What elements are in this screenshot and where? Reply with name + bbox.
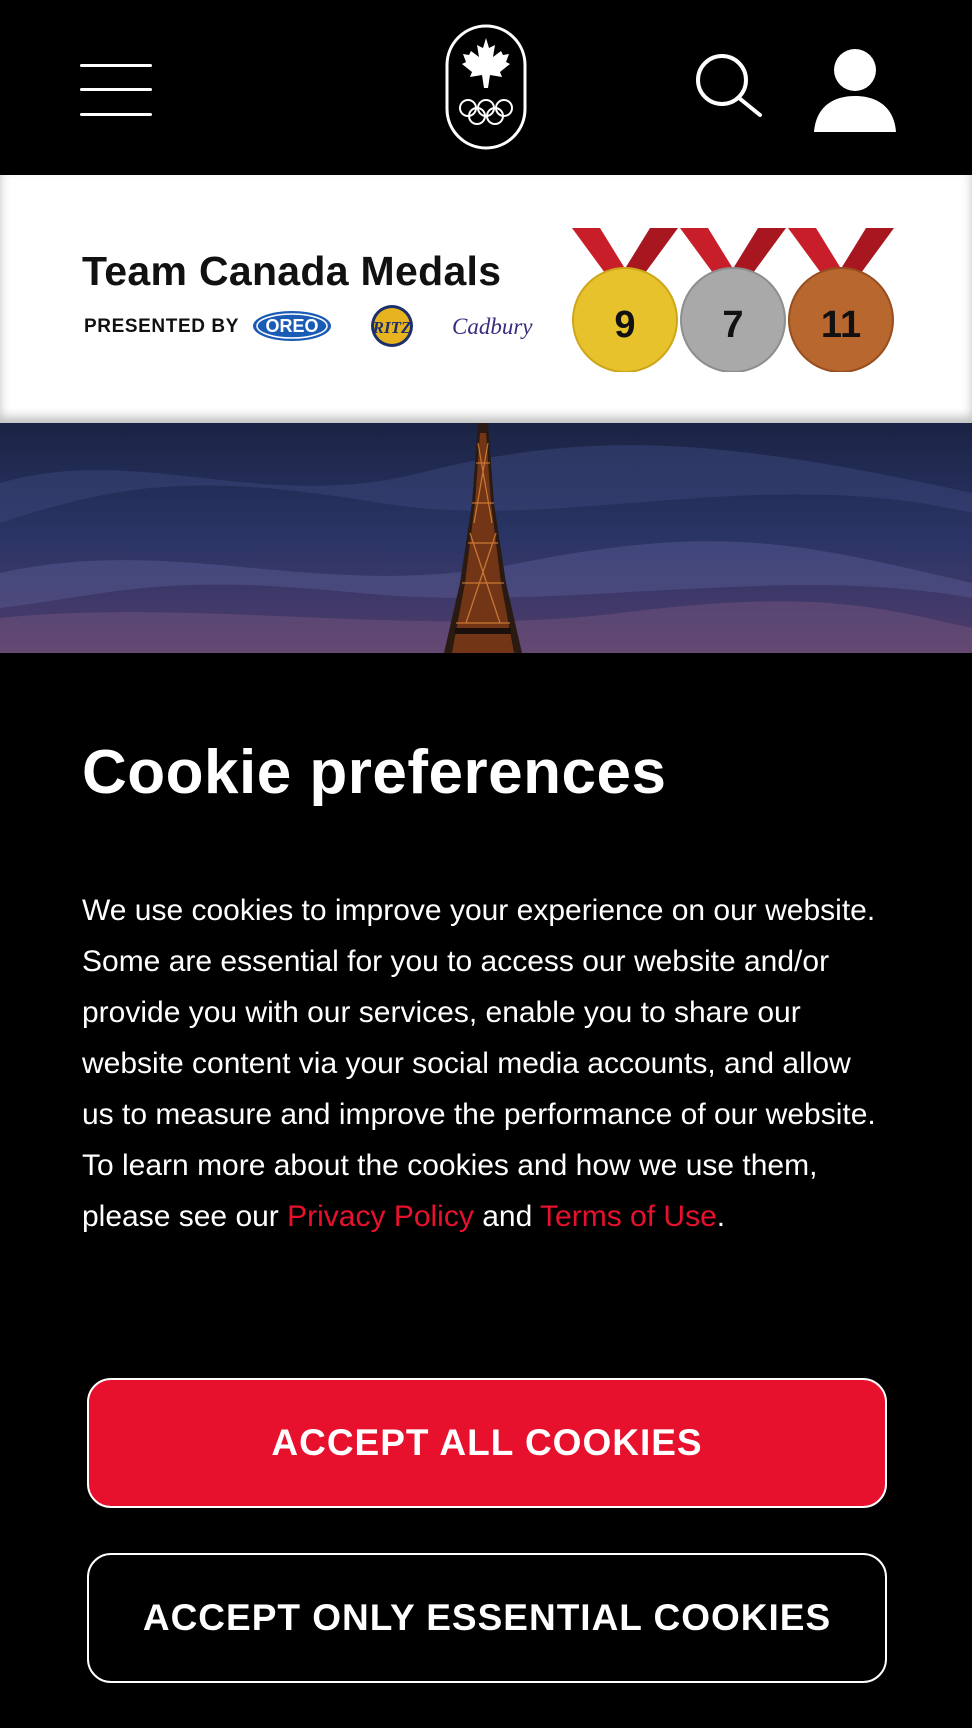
gold-medal: 9 (572, 228, 678, 373)
search-icon[interactable] (694, 52, 766, 118)
maple-leaf-olympic-rings-logo[interactable] (445, 24, 527, 150)
presented-by-label: PRESENTED BY (84, 316, 240, 337)
cookie-preferences-dialog: Cookie preferences We use cookies to imp… (0, 653, 972, 1728)
gold-medal-graphic (572, 228, 678, 373)
oreo-sponsor-logo: OREO (253, 311, 331, 341)
bronze-medal: 11 (788, 228, 894, 373)
cadbury-logo-text: Cadbury (452, 314, 533, 339)
accept-essential-cookies-button[interactable]: ACCEPT ONLY ESSENTIAL COOKIES (87, 1553, 887, 1683)
cookie-description-text: We use cookies to improve your experienc… (82, 894, 876, 1233)
terms-of-use-link[interactable]: Terms of Use (540, 1200, 717, 1233)
ritz-logo-text: RITZ (372, 318, 412, 337)
silver-medal-graphic (680, 228, 786, 373)
bronze-medal-count: 11 (820, 304, 862, 346)
cookie-preferences-heading: Cookie preferences (82, 738, 667, 807)
oreo-logo-text: OREO (265, 316, 318, 336)
hamburger-menu-icon[interactable] (80, 64, 152, 116)
site-header (0, 0, 972, 175)
ritz-sponsor-logo: RITZ (371, 305, 413, 347)
silver-medal-count: 7 (722, 304, 744, 346)
medal-tally-title: Team Canada Medals (82, 248, 502, 294)
privacy-policy-link[interactable]: Privacy Policy (287, 1200, 474, 1233)
cadbury-sponsor-logo: Cadbury (452, 314, 533, 339)
and-text: and (473, 1200, 541, 1233)
silver-medal: 7 (680, 228, 786, 373)
cookie-description: We use cookies to improve your experienc… (82, 885, 882, 1242)
user-account-icon[interactable] (812, 48, 898, 134)
hero-image-eiffel-tower (0, 423, 972, 653)
period-text: . (716, 1200, 726, 1233)
bronze-medal-graphic (788, 228, 894, 373)
accept-all-cookies-button[interactable]: ACCEPT ALL COOKIES (87, 1378, 887, 1508)
eiffel-tower-night-sky-image (0, 423, 972, 653)
gold-medal-count: 9 (614, 304, 636, 346)
